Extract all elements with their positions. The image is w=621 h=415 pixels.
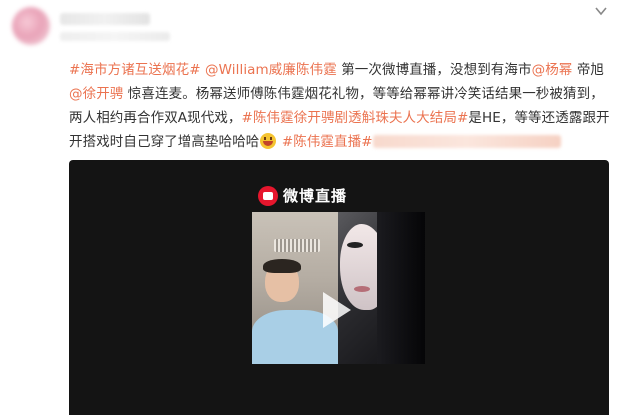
video-thumbnail[interactable] — [252, 212, 425, 364]
topic-link[interactable]: #陈伟霆直播# — [282, 134, 373, 150]
text-segment: 第一次微博直播，没想到有海市 — [336, 62, 532, 78]
topic-link[interactable]: #海市方诸互送烟花# — [69, 62, 201, 78]
blurred-text — [372, 135, 561, 148]
post-meta-blurred — [60, 32, 170, 41]
text-segment: 帝旭 — [572, 62, 605, 78]
man-hair — [263, 259, 301, 273]
mention-link[interactable]: @徐开骋 — [69, 86, 123, 102]
post-text: #海市方诸互送烟花# @William威廉陈伟霆 第一次微博直播，没想到有海市@… — [69, 58, 613, 154]
laughing-emoji-icon — [260, 133, 277, 149]
ceiling-vent — [274, 239, 320, 252]
mention-link[interactable]: @William威廉陈伟霆 — [205, 62, 337, 78]
woman-eye — [347, 242, 363, 248]
weibo-live-logo-icon — [258, 185, 278, 206]
chevron-down-icon[interactable] — [593, 4, 609, 18]
live-brand: 微博直播 — [258, 185, 347, 206]
woman-lips — [354, 286, 370, 292]
topic-link[interactable]: #陈伟霆徐开骋剧透斛珠夫人大结局# — [242, 110, 469, 126]
mention-link[interactable]: @杨幂 — [532, 62, 573, 78]
play-icon[interactable] — [323, 292, 351, 328]
woman-hair — [377, 212, 425, 364]
avatar[interactable] — [12, 7, 50, 45]
username-blurred[interactable] — [60, 13, 150, 25]
live-brand-label: 微博直播 — [283, 187, 348, 205]
